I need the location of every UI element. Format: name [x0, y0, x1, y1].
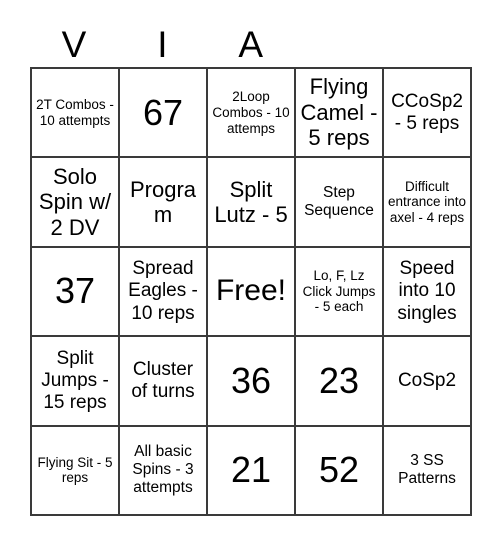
bingo-cell-r2c3[interactable]: Split Lutz - 5: [208, 158, 296, 248]
header-letter-2: I: [157, 23, 168, 65]
bingo-cell-r3c3[interactable]: Free!: [208, 247, 296, 338]
bingo-cell-label: 3 SS Patterns: [398, 452, 456, 488]
bingo-cell-r3c1[interactable]: 37: [32, 247, 120, 338]
bingo-card: V I A 2T Combos - 10 attempts 67 2Loop Com…: [0, 0, 500, 544]
bingo-cell-label: Free!: [215, 274, 287, 308]
bingo-cell-r3c5[interactable]: Speed into 10 singles: [384, 247, 472, 338]
bingo-cell-label: 67: [142, 91, 184, 133]
bingo-cell-r1c3[interactable]: 2Loop Combos - 10 attemps: [208, 69, 296, 159]
bingo-header-letters: V I A: [30, 22, 472, 66]
bingo-cell-r2c2[interactable]: Program: [120, 158, 208, 248]
bingo-cell-label: 52: [318, 449, 360, 491]
bingo-cell-label: CoSp2: [397, 369, 457, 391]
header-letter-1: V: [61, 23, 87, 65]
bingo-cell-r1c1[interactable]: 2T Combos - 10 attempts: [32, 69, 120, 159]
bingo-cell-r2c5[interactable]: Difficult entrance into axel - 4 reps: [384, 158, 472, 248]
bingo-cell-r1c2[interactable]: 67: [120, 69, 208, 159]
bingo-cell-label: Flying Camel - 5 reps: [300, 74, 378, 151]
bingo-cell-label: 2Loop Combos - 10 attemps: [212, 89, 290, 136]
bingo-cell-r5c4[interactable]: 52: [296, 426, 384, 516]
bingo-cell-label: 2T Combos - 10 attempts: [36, 97, 114, 128]
bingo-cell-label: Cluster of turns: [131, 358, 195, 402]
bingo-cell-r4c3[interactable]: 36: [208, 337, 296, 427]
bingo-cell-r5c1[interactable]: Flying Sit - 5 reps: [32, 426, 120, 516]
bingo-cell-r4c4[interactable]: 23: [296, 337, 384, 427]
bingo-cell-label: 36: [230, 359, 272, 401]
bingo-cell-r1c5[interactable]: CCoSp2 - 5 reps: [384, 69, 472, 159]
bingo-cell-label: Difficult entrance into axel - 4 reps: [387, 178, 467, 225]
bingo-cell-label: Program: [129, 176, 197, 228]
bingo-cell-r3c4[interactable]: Lo, F, Lz Click Jumps - 5 each: [296, 247, 384, 338]
bingo-cell-label: Split Jumps - 15 reps: [41, 347, 109, 413]
bingo-cell-label: 23: [318, 359, 360, 401]
bingo-cell-label: Flying Sit - 5 reps: [37, 454, 113, 486]
bingo-cell-r2c4[interactable]: Step Sequence: [296, 158, 384, 248]
bingo-cell-label: 21: [230, 449, 272, 491]
bingo-cell-label: Split Lutz - 5: [214, 176, 288, 228]
bingo-grid: 2T Combos - 10 attempts 67 2Loop Combos - …: [30, 67, 472, 516]
bingo-cell-label: Solo Spin w/ 2 DV: [38, 163, 112, 240]
bingo-cell-label: All basic Spins - 3 attempts: [132, 443, 194, 497]
bingo-cell-label: 37: [54, 270, 96, 312]
header-letter-4: [295, 22, 383, 66]
bingo-cell-r5c5[interactable]: 3 SS Patterns: [384, 426, 472, 516]
bingo-cell-r1c4[interactable]: Flying Camel - 5 reps: [296, 69, 384, 159]
header-letter-5: [384, 22, 472, 66]
bingo-cell-r3c2[interactable]: Spread Eagles - 10 reps: [120, 247, 208, 338]
bingo-cell-r4c5[interactable]: CoSp2: [384, 337, 472, 427]
bingo-cell-r5c3[interactable]: 21: [208, 426, 296, 516]
bingo-cell-r2c1[interactable]: Solo Spin w/ 2 DV: [32, 158, 120, 248]
bingo-cell-label: Lo, F, Lz Click Jumps - 5 each: [302, 268, 376, 315]
bingo-cell-label: Step Sequence: [304, 184, 374, 220]
bingo-cell-r4c2[interactable]: Cluster of turns: [120, 337, 208, 427]
header-letter-3: A: [238, 23, 264, 65]
bingo-cell-label: CCoSp2 - 5 reps: [391, 90, 463, 134]
bingo-cell-r5c2[interactable]: All basic Spins - 3 attempts: [120, 426, 208, 516]
bingo-cell-label: Speed into 10 singles: [397, 258, 457, 324]
bingo-cell-r4c1[interactable]: Split Jumps - 15 reps: [32, 337, 120, 427]
bingo-cell-label: Spread Eagles - 10 reps: [128, 258, 198, 324]
